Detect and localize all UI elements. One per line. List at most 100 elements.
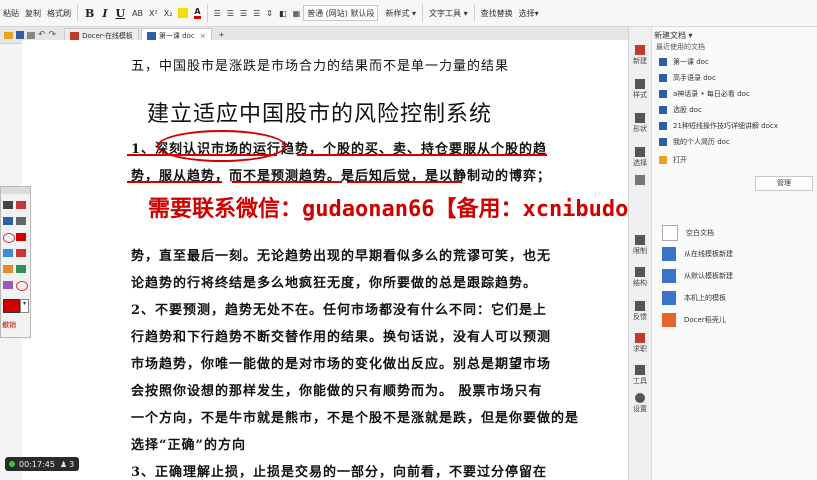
sidebar-item-new[interactable]: 新建 bbox=[629, 45, 651, 66]
undo-icon[interactable]: ↶ bbox=[38, 30, 46, 40]
shading-button[interactable]: ◧ bbox=[276, 3, 290, 23]
recent-doc-item[interactable]: a神话录 • 每日必看 doc bbox=[659, 89, 750, 99]
new-from-default-template[interactable]: 从默认模板新建 bbox=[662, 269, 733, 283]
docer-icon bbox=[70, 31, 80, 40]
recent-doc-name: 高手语录 doc bbox=[673, 74, 716, 82]
recent-doc-item[interactable]: 21种短线操作技巧详细讲解 docx bbox=[659, 121, 778, 131]
bold-button[interactable]: B bbox=[81, 3, 98, 23]
structure-icon bbox=[635, 267, 645, 277]
divider bbox=[77, 4, 78, 22]
redo-icon[interactable]: ↷ bbox=[49, 30, 57, 40]
new-item-label: 从在线模板新建 bbox=[684, 250, 733, 258]
sidebar-item-settings[interactable]: 设置 bbox=[629, 393, 651, 414]
sidebar-item-link[interactable] bbox=[629, 175, 651, 186]
sidebar-item-feedback[interactable]: 反馈 bbox=[629, 301, 651, 322]
justify-button[interactable]: ☰ bbox=[250, 3, 263, 23]
annotation-circle bbox=[157, 130, 286, 162]
task-pane-header[interactable]: 新建文档 ▾ bbox=[654, 30, 693, 41]
palette-icon[interactable] bbox=[3, 281, 13, 289]
spotlight-icon[interactable] bbox=[16, 281, 28, 291]
text-line: 行趋势和下行趋势不断交替作用的结果。换句话说，没有人可以预测 bbox=[131, 330, 552, 345]
document-icon bbox=[659, 58, 667, 66]
color-swatch[interactable] bbox=[3, 299, 20, 313]
align-center-button[interactable]: ☰ bbox=[224, 3, 237, 23]
recent-doc-name: a神话录 • 每日必看 doc bbox=[673, 90, 750, 98]
tab-label: 第一课 doc bbox=[158, 31, 195, 40]
manage-button[interactable]: 管理 bbox=[755, 176, 813, 191]
line-spacing-button[interactable]: ⇕ bbox=[263, 3, 276, 23]
underline-button[interactable]: U bbox=[111, 3, 129, 23]
new-from-online-template[interactable]: 从在线模板新建 bbox=[662, 247, 733, 261]
sidebar-item-tools[interactable]: 工具 bbox=[629, 365, 651, 386]
superscript-button[interactable]: X² bbox=[146, 3, 161, 23]
recent-docs-label: 最近使用的文档 bbox=[656, 43, 705, 51]
recent-doc-item[interactable]: 选股 doc bbox=[659, 105, 702, 115]
document-icon bbox=[659, 138, 667, 146]
docer-link[interactable]: Docer稻壳儿 bbox=[662, 313, 726, 327]
sidebar-item-restrict[interactable]: 限制 bbox=[629, 235, 651, 256]
sidebar-item-job[interactable]: 求职 bbox=[629, 333, 651, 354]
select-button[interactable]: 选择 ▾ bbox=[516, 3, 542, 23]
sidebar-item-structure[interactable]: 结构 bbox=[629, 267, 651, 288]
new-style-button[interactable]: 新样式 ▾ bbox=[382, 3, 419, 23]
sidebar-item-shape[interactable]: 形状 bbox=[629, 113, 651, 134]
style-icon bbox=[635, 79, 645, 89]
sidebar-item-style[interactable]: 样式 bbox=[629, 79, 651, 100]
line-icon[interactable] bbox=[3, 217, 13, 225]
text-line: 一个方向，不是牛市就是熊市，不是个股不是涨就是跌，但是你要做的是 bbox=[131, 411, 580, 426]
recent-doc-name: 第一课 doc bbox=[673, 58, 709, 66]
recent-doc-item[interactable]: 我的个人简历 doc bbox=[659, 137, 730, 147]
save-icon[interactable] bbox=[16, 31, 24, 39]
subscript-button[interactable]: X₂ bbox=[161, 3, 176, 23]
folder-icon[interactable] bbox=[4, 31, 13, 39]
document-page[interactable]: 五，中国股市是涨跌是市场合力的结果而不是单一力量的结果 建立适应中国股市的风险控… bbox=[22, 40, 628, 480]
text-tools-button[interactable]: 文字工具 ▾ bbox=[426, 3, 471, 23]
document-icon bbox=[659, 90, 667, 98]
arrow-icon[interactable] bbox=[16, 217, 26, 225]
print-icon[interactable] bbox=[27, 31, 35, 39]
align-right-button[interactable]: ☰ bbox=[237, 3, 250, 23]
text-tools-label: 文字工具 bbox=[429, 8, 462, 18]
copy-button[interactable]: 复制 bbox=[22, 3, 44, 23]
recording-time: 00:17:45 bbox=[19, 459, 55, 469]
document-icon bbox=[659, 74, 667, 82]
rectangle-icon[interactable] bbox=[16, 233, 26, 241]
ribbon-toolbar: 粘贴 复制 格式刷 B I U AB X² X₂ A ☰ ☰ ☰ ☰ ⇕ ◧ ▦… bbox=[0, 0, 817, 27]
border-icon: ▦ bbox=[292, 8, 301, 18]
border-button[interactable]: ▦ bbox=[290, 3, 304, 23]
font-color-button[interactable]: A bbox=[191, 3, 203, 23]
docer-icon bbox=[662, 313, 676, 327]
recent-doc-item[interactable]: 高手语录 doc bbox=[659, 73, 716, 83]
italic-button[interactable]: I bbox=[98, 3, 111, 23]
tab-label: Docer-在线模板 bbox=[82, 31, 133, 40]
viewer-count: 3 bbox=[69, 459, 75, 469]
close-icon[interactable]: × bbox=[200, 32, 206, 40]
open-button[interactable]: 打开 bbox=[659, 155, 687, 165]
find-replace-button[interactable]: 查找替换 bbox=[478, 3, 516, 23]
sidebar-label: 形状 bbox=[633, 125, 647, 133]
ellipse-icon[interactable] bbox=[3, 233, 15, 243]
local-templates[interactable]: 本机上的模板 bbox=[662, 291, 726, 305]
local-template-icon bbox=[662, 291, 676, 305]
paste-button[interactable]: 粘贴 bbox=[0, 3, 22, 23]
color-dropdown[interactable]: ▾ bbox=[20, 299, 29, 313]
highlight-icon[interactable] bbox=[16, 249, 26, 257]
find-replace-label: 查找替换 bbox=[480, 8, 513, 18]
recent-doc-item[interactable]: 第一课 doc bbox=[659, 57, 709, 67]
format-painter-button[interactable]: 格式刷 bbox=[44, 3, 74, 23]
font-color-icon: A bbox=[194, 7, 201, 19]
marker-icon[interactable] bbox=[16, 201, 26, 209]
eraser-icon[interactable] bbox=[3, 265, 13, 273]
align-left-button[interactable]: ☰ bbox=[211, 3, 224, 23]
style-select[interactable]: 普通 (网站) 默认段 bbox=[303, 5, 379, 21]
ab-button[interactable]: AB bbox=[129, 3, 146, 23]
text-icon[interactable] bbox=[3, 249, 13, 257]
new-blank-doc[interactable]: 空白文档 bbox=[662, 225, 714, 241]
toolbox-titlebar[interactable] bbox=[1, 187, 30, 194]
undo-label[interactable]: 撤销 bbox=[2, 320, 16, 330]
user-icon: ♟ bbox=[59, 459, 68, 469]
highlight-button[interactable] bbox=[175, 3, 191, 23]
zoom-icon[interactable] bbox=[16, 265, 26, 273]
sidebar-item-select[interactable]: 选择 bbox=[629, 147, 651, 168]
pen-icon[interactable] bbox=[3, 201, 13, 209]
